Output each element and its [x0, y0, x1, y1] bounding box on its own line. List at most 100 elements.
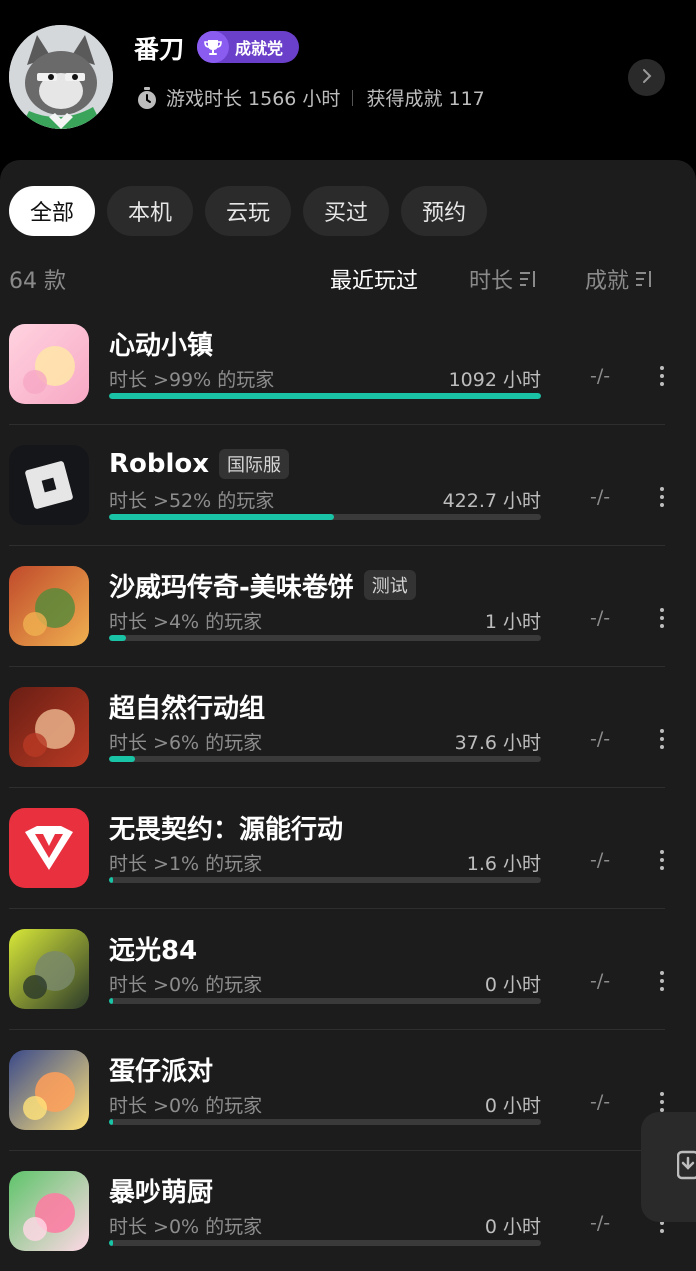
more-options-icon[interactable] — [655, 725, 669, 753]
game-name: 无畏契约：源能行动 — [109, 814, 344, 845]
filter-purchased[interactable]: 买过 — [303, 186, 390, 236]
eggy-party-icon[interactable] — [9, 1050, 89, 1130]
playtime-hours: 0 小时 — [484, 1095, 541, 1117]
sort-achievement-label: 成就 — [585, 269, 630, 294]
game-title-row: Roblox 国际服 — [109, 446, 290, 482]
filter-all[interactable]: 全部 — [9, 186, 96, 236]
more-options-icon[interactable] — [655, 846, 669, 874]
sort-duration-button[interactable]: 时长 — [469, 263, 537, 295]
playtime-progress-fill — [109, 877, 114, 883]
filter-reserved[interactable]: 预约 — [401, 186, 488, 236]
playtime-hours: 0 小时 — [484, 974, 541, 996]
cooking-chaos-icon[interactable] — [9, 1171, 89, 1251]
game-count: 64 款 — [9, 269, 66, 294]
achievement-progress: -/- — [590, 728, 611, 750]
playtime-percentile: 时长 >6% 的玩家 — [109, 732, 263, 754]
more-options-icon[interactable] — [655, 604, 669, 632]
game-name: 暴吵萌厨 — [109, 1177, 214, 1208]
shawarma-legend-icon[interactable] — [9, 566, 89, 646]
floating-download-button[interactable] — [641, 1112, 696, 1222]
game-row[interactable]: 超自然行动组 时长 >6% 的玩家 37.6 小时 -/- — [0, 667, 696, 788]
profile-header: 番刀 成就党 游戏时长 1566 小时 获得成就 117 — [0, 0, 696, 170]
heartbeat-town-icon[interactable] — [9, 324, 89, 404]
playtime-percentile: 时长 >4% 的玩家 — [109, 611, 263, 633]
profile-detail-button[interactable] — [628, 59, 665, 96]
playtime-hours: 1 小时 — [484, 611, 541, 633]
game-row[interactable]: 心动小镇 时长 >99% 的玩家 1092 小时 -/- — [0, 304, 696, 425]
playtime-text: 游戏时长 1566 小时 — [166, 88, 341, 110]
playtime-hours: 1.6 小时 — [466, 853, 541, 875]
achievement-progress: -/- — [590, 970, 611, 992]
roblox-icon[interactable] — [9, 445, 89, 525]
filter-cloud[interactable]: 云玩 — [205, 186, 292, 236]
game-name: Roblox — [109, 449, 210, 479]
more-options-icon[interactable] — [655, 483, 669, 511]
playtime-progress-fill — [109, 393, 541, 399]
game-row[interactable]: Roblox 国际服 时长 >52% 的玩家 422.7 小时 -/- — [0, 425, 696, 546]
sort-recent-button[interactable]: 最近玩过 — [330, 263, 418, 295]
playtime-percentile: 时长 >1% 的玩家 — [109, 853, 263, 875]
playtime-percentile: 时长 >0% 的玩家 — [109, 974, 263, 996]
playtime-progress-bar — [109, 877, 541, 883]
game-title-row: 无畏契约：源能行动 — [109, 809, 343, 845]
playtime-hours: 1092 小时 — [448, 369, 541, 391]
game-row[interactable]: 沙威玛传奇-美味卷饼 测试 时长 >4% 的玩家 1 小时 -/- — [0, 546, 696, 667]
supernatural-squad-icon[interactable] — [9, 687, 89, 767]
achievement-progress: -/- — [590, 1212, 611, 1234]
game-tag: 国际服 — [219, 449, 290, 479]
sort-icon — [635, 268, 653, 290]
game-title-row: 超自然行动组 — [109, 688, 265, 724]
game-row[interactable]: 蛋仔派对 时长 >0% 的玩家 0 小时 -/- — [0, 1030, 696, 1151]
playtime-progress-bar — [109, 998, 541, 1004]
avatar[interactable] — [9, 25, 113, 129]
more-options-icon[interactable] — [655, 967, 669, 995]
game-title-row: 心动小镇 — [109, 325, 213, 361]
playtime-progress-bar — [109, 1119, 541, 1125]
achievements-text: 获得成就 117 — [366, 88, 485, 110]
game-name: 远光84 — [109, 935, 198, 966]
filter-local[interactable]: 本机 — [107, 186, 194, 236]
username: 番刀 — [134, 35, 185, 64]
game-row[interactable]: 无畏契约：源能行动 时长 >1% 的玩家 1.6 小时 -/- — [0, 788, 696, 909]
sort-icon — [519, 268, 537, 290]
farlight84-icon[interactable] — [9, 929, 89, 1009]
playtime-progress-bar — [109, 393, 541, 399]
valorant-icon[interactable] — [9, 808, 89, 888]
playtime-hours: 422.7 小时 — [442, 490, 541, 512]
playtime-progress-fill — [109, 756, 135, 762]
playtime-progress-fill — [109, 514, 334, 520]
game-row[interactable]: 暴吵萌厨 时长 >0% 的玩家 0 小时 -/- — [0, 1151, 696, 1271]
game-title-row: 蛋仔派对 — [109, 1051, 213, 1087]
sort-achievement-button[interactable]: 成就 — [585, 263, 653, 295]
playtime-progress-fill — [109, 635, 127, 641]
playtime-hours: 0 小时 — [484, 1216, 541, 1238]
game-title-row: 暴吵萌厨 — [109, 1172, 213, 1208]
playtime-percentile: 时长 >0% 的玩家 — [109, 1216, 263, 1238]
achievement-progress: -/- — [590, 365, 611, 387]
badge-label: 成就党 — [235, 39, 284, 58]
achievement-progress: -/- — [590, 607, 611, 629]
playtime-progress-bar — [109, 756, 541, 762]
sort-duration-label: 时长 — [469, 269, 514, 294]
filter-chips: 全部 本机 云玩 买过 预约 — [9, 186, 488, 236]
playtime-progress-bar — [109, 635, 541, 641]
game-title-row: 远光84 — [109, 930, 197, 966]
game-name: 蛋仔派对 — [109, 1056, 214, 1087]
achiever-badge[interactable]: 成就党 — [197, 31, 299, 63]
trophy-icon — [197, 31, 229, 63]
playtime-percentile: 时长 >0% 的玩家 — [109, 1095, 263, 1117]
playtime-progress-bar — [109, 514, 541, 520]
playtime-progress-fill — [109, 1119, 113, 1125]
playtime-progress-bar — [109, 1240, 541, 1246]
achievement-progress: -/- — [590, 1091, 611, 1113]
stats-divider — [352, 89, 354, 106]
download-icon — [676, 1150, 696, 1184]
profile-stats: 游戏时长 1566 小时 获得成就 117 — [136, 84, 485, 111]
playtime-percentile: 时长 >52% 的玩家 — [109, 490, 275, 512]
playtime-percentile: 时长 >99% 的玩家 — [109, 369, 275, 391]
more-options-icon[interactable] — [655, 362, 669, 390]
game-row[interactable]: 远光84 时长 >0% 的玩家 0 小时 -/- — [0, 909, 696, 1030]
game-tag: 测试 — [363, 570, 416, 600]
playtime-hours: 37.6 小时 — [454, 732, 541, 754]
chevron-right-icon — [640, 67, 654, 89]
